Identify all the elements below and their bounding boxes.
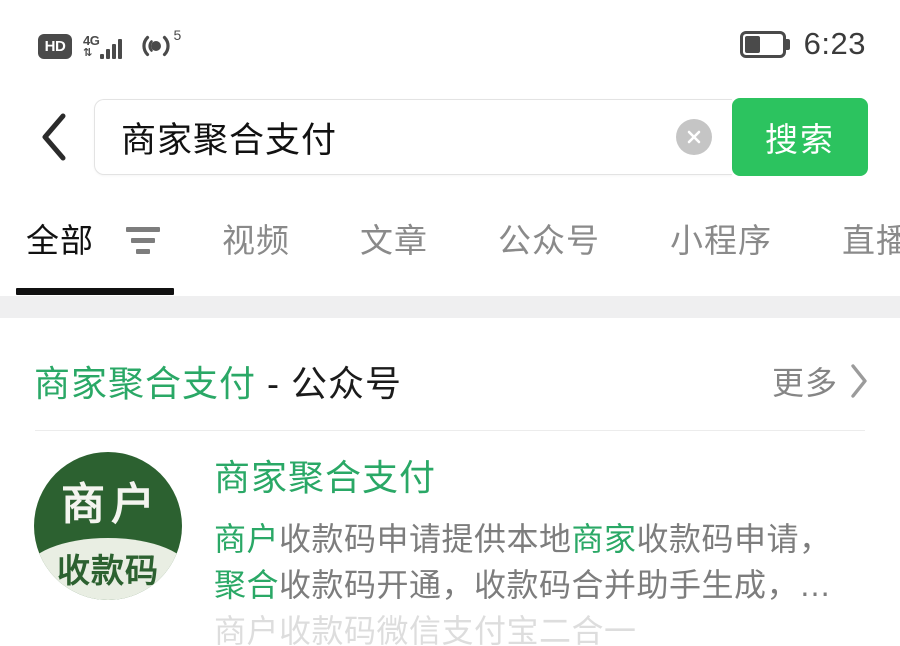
tab-article[interactable]: 文章 bbox=[360, 214, 428, 262]
result-section-title: 商家聚合支付 - 公众号 bbox=[34, 355, 402, 407]
description-line-1: 商户收款码申请提供本地商家收款码申请， bbox=[214, 516, 870, 562]
search-input[interactable]: 商家聚合支付 bbox=[94, 99, 732, 175]
chevron-right-icon bbox=[851, 364, 867, 398]
filter-icon[interactable] bbox=[126, 223, 160, 254]
tab-mini-program[interactable]: 小程序 bbox=[670, 214, 772, 262]
avatar-bottom-text: 收款码 bbox=[57, 551, 159, 590]
avatar-top-text: 商户 bbox=[61, 479, 161, 530]
status-bar-left: HD 4G ⇅ 5 bbox=[38, 27, 182, 59]
status-bar: HD 4G ⇅ 5 6:23 bbox=[0, 0, 900, 88]
list-item-description: 商户收款码申请提供本地商家收款码申请， 聚合收款码开通，收款码合并助手生成，… … bbox=[214, 516, 870, 646]
active-tab-indicator bbox=[16, 288, 174, 295]
hotspot-icon: 5 bbox=[139, 27, 182, 59]
result-section-header: 商家聚合支付 - 公众号 更多 bbox=[0, 340, 900, 422]
description-line-3: 商户收款码微信支付宝二合一 bbox=[214, 613, 637, 646]
hd-icon: HD bbox=[38, 34, 72, 59]
result-section-title-highlight: 商家聚合支付 bbox=[34, 363, 257, 404]
tab-list: 全部 视频 文章 公众号 小程序 直播 bbox=[0, 186, 900, 290]
data-transfer-arrows-icon: ⇅ bbox=[83, 47, 92, 59]
status-bar-right: 6:23 bbox=[739, 26, 866, 62]
search-results-screen: HD 4G ⇅ 5 6:23 商家聚合支付 搜索 全部 视频 文章 公众号 小程… bbox=[0, 0, 900, 646]
network-type-label-group: 4G ⇅ bbox=[83, 33, 100, 59]
battery-icon bbox=[739, 30, 790, 58]
clear-search-button[interactable] bbox=[676, 119, 712, 155]
tab-bar: 全部 视频 文章 公众号 小程序 直播 bbox=[0, 186, 900, 298]
description-text: 收款码申请， bbox=[636, 520, 832, 557]
description-highlight: 聚合 bbox=[214, 566, 280, 603]
description-text: 收款码申请提供本地 bbox=[279, 520, 572, 557]
hotspot-count-label: 5 bbox=[173, 27, 182, 43]
search-input-value: 商家聚合支付 bbox=[121, 120, 338, 160]
result-section-title-suffix: - 公众号 bbox=[256, 363, 403, 404]
search-bar: 商家聚合支付 搜索 bbox=[0, 88, 900, 186]
description-line-2: 聚合收款码开通，收款码合并助手生成，… bbox=[214, 562, 870, 608]
tab-official-account[interactable]: 公众号 bbox=[498, 214, 600, 262]
cellular-signal-group: 4G ⇅ bbox=[83, 29, 123, 59]
list-item-title: 商家聚合支付 bbox=[214, 457, 437, 498]
description-highlight: 商家 bbox=[571, 520, 637, 557]
description-highlight: 商户 bbox=[214, 520, 280, 557]
more-link[interactable]: 更多 bbox=[772, 358, 870, 404]
close-icon bbox=[687, 130, 701, 144]
network-type-label: 4G bbox=[83, 33, 100, 48]
tab-all[interactable]: 全部 bbox=[26, 214, 94, 262]
tab-live[interactable]: 直播 bbox=[842, 214, 900, 262]
clock-label: 6:23 bbox=[803, 26, 866, 61]
chevron-left-icon bbox=[42, 113, 66, 161]
signal-bars-icon bbox=[100, 37, 123, 59]
tab-section-separator bbox=[0, 296, 900, 318]
section-divider bbox=[35, 430, 865, 431]
description-text: 收款码开通，收款码合并助手生成，… bbox=[279, 566, 832, 603]
search-button[interactable]: 搜索 bbox=[732, 98, 868, 176]
more-label: 更多 bbox=[771, 365, 838, 401]
list-item[interactable]: 商户 收款码 商家聚合支付 商户收款码申请提供本地商家收款码申请， 聚合收款码开… bbox=[0, 452, 900, 646]
avatar: 商户 收款码 bbox=[34, 452, 182, 600]
back-button[interactable] bbox=[26, 106, 82, 168]
tab-video[interactable]: 视频 bbox=[222, 214, 290, 262]
list-item-body: 商家聚合支付 商户收款码申请提供本地商家收款码申请， 聚合收款码开通，收款码合并… bbox=[182, 452, 870, 646]
